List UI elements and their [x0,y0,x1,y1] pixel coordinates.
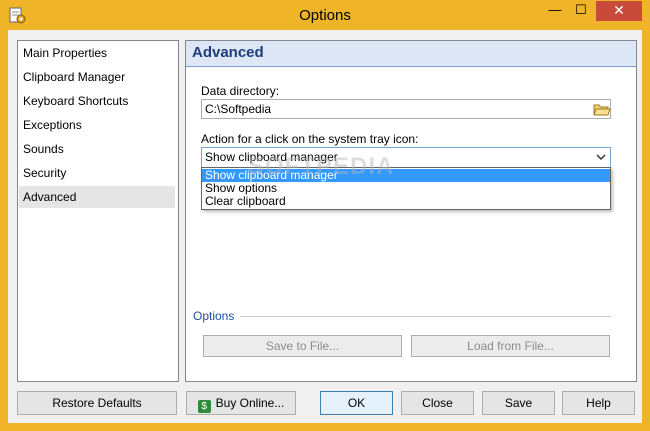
title-bar[interactable]: Options — ☐ ✕ [0,0,650,30]
panel-header: Advanced [186,41,636,67]
save-button[interactable]: Save [482,391,555,415]
close-window-button[interactable]: ✕ [596,1,642,21]
save-to-file-button[interactable]: Save to File... [203,335,402,357]
data-directory-input[interactable]: C:\Softpedia [201,99,611,119]
panel-title: Advanced [192,44,264,61]
softpedia-watermark: SOFTPEDIA [248,153,395,180]
buy-online-button[interactable]: $ Buy Online... [186,391,296,415]
options-divider [240,316,611,317]
dollar-icon: $ [197,400,211,413]
ok-button[interactable]: OK [320,391,393,415]
advanced-panel: Advanced Data directory: C:\Softpedia Ac… [185,40,637,382]
options-window: Options — ☐ ✕ Main Properties Clipboard … [0,0,650,431]
maximize-button[interactable]: ☐ [568,1,594,21]
nav-item-clipboard-manager[interactable]: Clipboard Manager [19,66,175,88]
dropdown-option-clear-clipboard[interactable]: Clear clipboard [202,195,610,208]
help-button[interactable]: Help [562,391,635,415]
nav-item-sounds[interactable]: Sounds [19,138,175,160]
nav-item-advanced[interactable]: Advanced [19,186,175,208]
buy-online-label: Buy Online... [215,396,285,410]
nav-item-keyboard-shortcuts[interactable]: Keyboard Shortcuts [19,90,175,112]
settings-nav-list[interactable]: Main Properties Clipboard Manager Keyboa… [17,40,179,382]
data-directory-label: Data directory: [201,84,280,98]
tray-action-label: Action for a click on the system tray ic… [201,132,419,146]
minimize-button[interactable]: — [542,1,568,21]
restore-defaults-button[interactable]: Restore Defaults [17,391,177,415]
dialog-client-area: Main Properties Clipboard Manager Keyboa… [8,30,642,423]
browse-folder-icon[interactable] [591,100,611,118]
nav-item-main-properties[interactable]: Main Properties [19,42,175,64]
options-section-label: Options [193,309,235,323]
nav-item-security[interactable]: Security [19,162,175,184]
load-from-file-button[interactable]: Load from File... [411,335,610,357]
nav-item-exceptions[interactable]: Exceptions [19,114,175,136]
close-button[interactable]: Close [401,391,474,415]
